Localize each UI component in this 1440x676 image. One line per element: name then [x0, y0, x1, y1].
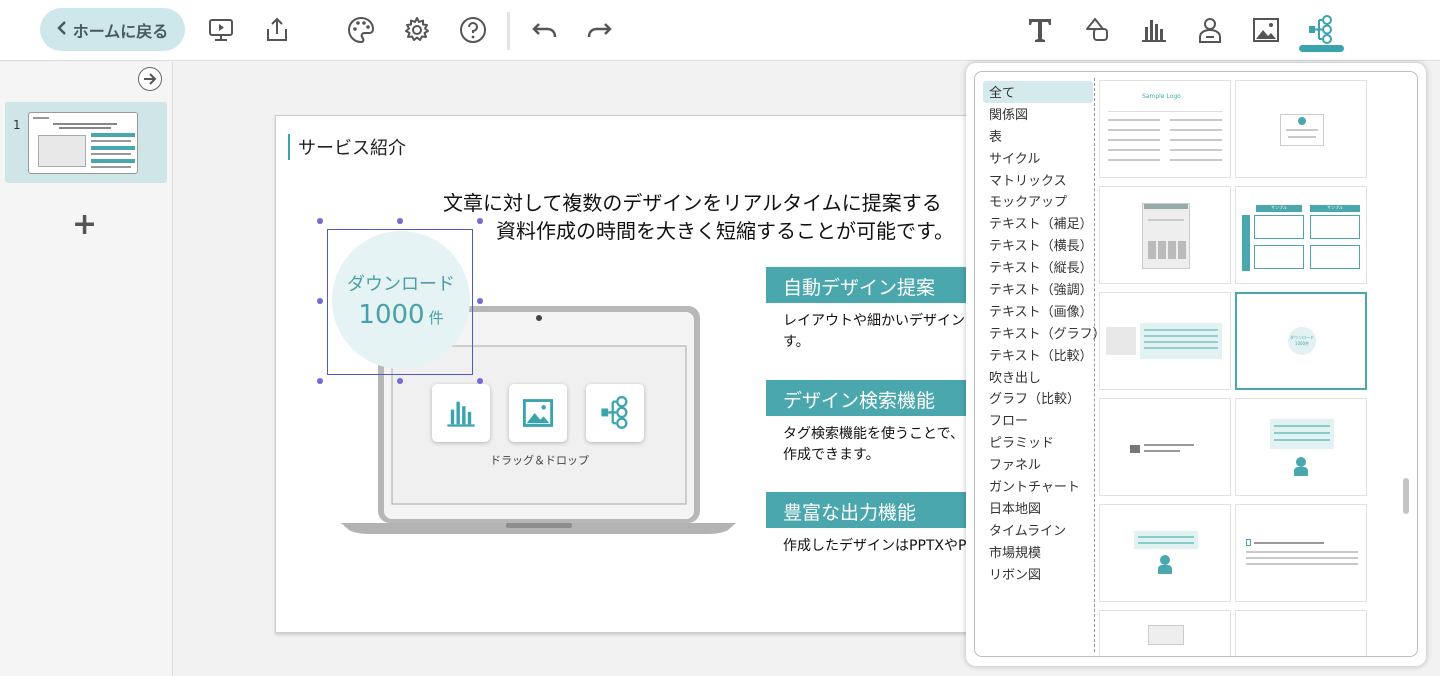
help-icon[interactable] — [455, 12, 491, 48]
category-item[interactable]: テキスト（補足） — [983, 212, 1093, 234]
category-item[interactable]: ファネル — [983, 453, 1093, 475]
resize-handle-nw[interactable] — [317, 218, 323, 224]
person-tool-icon[interactable] — [1192, 12, 1228, 48]
category-item[interactable]: 表 — [983, 125, 1093, 147]
arrow-right-icon — [144, 73, 157, 85]
category-item[interactable]: テキスト（縦長） — [983, 256, 1093, 278]
shape-tool-icon[interactable] — [1080, 12, 1116, 48]
feature-text-2b[interactable]: 作成できます。 — [783, 445, 880, 466]
template-sample-label: サンプル — [1256, 205, 1302, 212]
image-icon — [522, 399, 554, 427]
category-item[interactable]: 日本地図 — [983, 497, 1093, 519]
top-toolbar: ホームに戻る — [0, 0, 1440, 61]
resize-handle-ne[interactable] — [477, 218, 483, 224]
template-thumb[interactable] — [1235, 504, 1367, 602]
template-thumb[interactable]: Sample Logo — [1099, 80, 1231, 178]
category-item[interactable]: 吹き出し — [983, 366, 1093, 388]
redo-icon[interactable] — [582, 12, 618, 48]
active-tool-indicator — [1299, 45, 1344, 52]
category-item[interactable]: マトリックス — [983, 169, 1093, 191]
template-thumb[interactable] — [1099, 186, 1231, 284]
resize-handle-w[interactable] — [317, 298, 323, 304]
category-item[interactable]: テキスト（強調） — [983, 278, 1093, 300]
template-logo-text: Sample Logo — [1142, 93, 1181, 100]
template-thumb[interactable] — [1235, 610, 1367, 656]
feature-text-1a[interactable]: レイアウトや細かいデザイン — [783, 311, 965, 332]
gear-icon[interactable] — [399, 12, 435, 48]
category-item[interactable]: フロー — [983, 409, 1093, 431]
category-item[interactable]: モックアップ — [983, 190, 1093, 212]
selection-box[interactable] — [327, 229, 473, 375]
slide-title[interactable]: サービス紹介 — [298, 134, 406, 160]
diagram-tool-icon[interactable] — [1303, 12, 1339, 48]
template-thumb[interactable] — [1099, 610, 1231, 656]
chevron-left-icon — [56, 20, 67, 39]
toolbar-divider — [507, 12, 510, 50]
category-item[interactable]: 全て — [983, 81, 1093, 103]
text-tool-icon[interactable] — [1022, 12, 1058, 48]
template-thumb[interactable] — [1099, 398, 1231, 496]
resize-handle-n[interactable] — [397, 218, 403, 224]
category-item[interactable]: 関係図 — [983, 103, 1093, 125]
add-slide-button[interactable]: + — [72, 210, 97, 240]
slide-thumbnail — [28, 112, 138, 174]
slide-canvas[interactable]: サービス紹介 文章に対して複数のデザインをリアルタイムに提案する 資料作成の時間… — [275, 115, 1006, 633]
category-item[interactable]: テキスト（グラフ） — [983, 322, 1106, 344]
feature-text-1b[interactable]: す。 — [783, 332, 810, 353]
collapse-sidebar-button[interactable] — [138, 67, 162, 91]
play-slide-icon[interactable] — [203, 12, 239, 48]
lead-text-line1[interactable]: 文章に対して複数のデザインをリアルタイムに提案する — [443, 187, 942, 216]
resize-handle-se[interactable] — [477, 378, 483, 384]
chart-tool-icon[interactable] — [1136, 12, 1172, 48]
template-thumb[interactable]: サンプル サンプル — [1235, 186, 1367, 284]
template-panel: 全て 関係図表サイクル マトリックス モックアップ テキスト（補足） テキスト（横長） テキ… — [966, 63, 1426, 666]
template-sample-label: サンプル — [1310, 205, 1360, 212]
feature-text-2a[interactable]: タグ検索機能を使うことで、 — [783, 424, 964, 445]
diagram-card — [586, 384, 644, 442]
slide-sidebar: 1 + — [0, 62, 173, 676]
palette-icon[interactable] — [343, 12, 379, 48]
category-item[interactable]: サイクル — [983, 147, 1093, 169]
template-download-value: 1000件 — [1294, 341, 1310, 346]
template-thumb[interactable] — [1235, 80, 1367, 178]
image-card — [509, 384, 567, 442]
category-item[interactable]: ガントチャート — [983, 475, 1093, 497]
title-accent-bar — [288, 134, 290, 160]
resize-handle-e[interactable] — [477, 298, 483, 304]
template-thumb-selected[interactable]: ダウンロード 1000件 — [1235, 292, 1367, 390]
category-item[interactable]: リボン図 — [983, 563, 1093, 585]
slide-thumbnail-item[interactable]: 1 — [5, 102, 167, 183]
category-item[interactable]: 市場規模 — [983, 541, 1093, 563]
home-button-label: ホームに戻る — [72, 21, 169, 41]
category-item[interactable]: テキスト（比較） — [983, 344, 1093, 366]
category-item[interactable]: グラフ（比較） — [983, 387, 1093, 409]
template-scrollbar[interactable] — [1403, 478, 1409, 514]
lead-text-line2[interactable]: 資料作成の時間を大きく短縮することが可能です。 — [496, 215, 954, 244]
undo-icon[interactable] — [526, 12, 562, 48]
resize-handle-sw[interactable] — [317, 378, 323, 384]
feature-text-3a[interactable]: 作成したデザインはPPTXやP — [783, 536, 966, 557]
category-item[interactable]: タイムライン — [983, 519, 1093, 541]
category-item[interactable]: テキスト（横長） — [983, 234, 1093, 256]
diagram-icon — [601, 396, 628, 429]
chart-card — [432, 384, 490, 442]
template-thumb[interactable] — [1235, 398, 1367, 496]
chart-icon — [447, 401, 475, 427]
laptop-caption: ドラッグ＆ドロップ — [490, 454, 589, 467]
category-list: 全て 関係図表サイクル マトリックス モックアップ テキスト（補足） テキスト（横長） テキ… — [983, 81, 1106, 585]
category-separator — [1094, 78, 1095, 652]
slide-number: 1 — [13, 118, 21, 132]
category-item[interactable]: テキスト（画像） — [983, 300, 1093, 322]
home-button[interactable]: ホームに戻る — [40, 8, 185, 51]
export-icon[interactable] — [259, 12, 295, 48]
image-tool-icon[interactable] — [1248, 12, 1284, 48]
category-item[interactable]: ピラミッド — [983, 431, 1093, 453]
template-panel-inner: 全て 関係図表サイクル マトリックス モックアップ テキスト（補足） テキスト（横長） テキ… — [974, 71, 1418, 657]
template-thumb[interactable] — [1099, 504, 1231, 602]
resize-handle-s[interactable] — [397, 378, 403, 384]
template-thumb[interactable] — [1099, 292, 1231, 390]
